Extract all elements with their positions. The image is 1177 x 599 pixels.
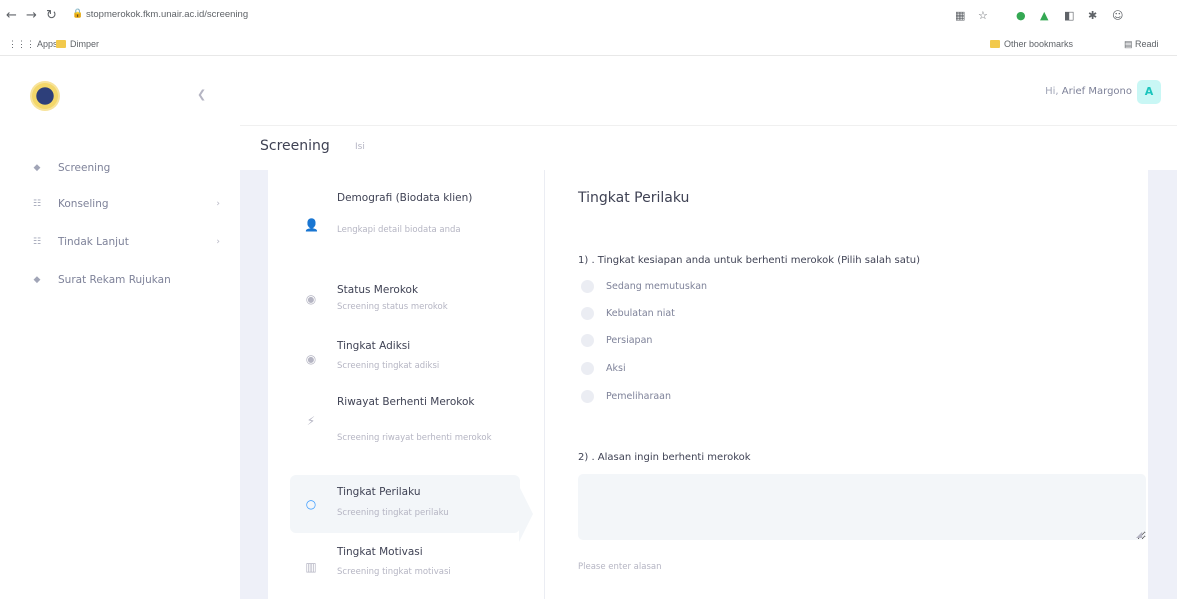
back-icon[interactable]: ←	[6, 8, 17, 23]
list-icon: ☷	[32, 237, 42, 247]
wizard-step-tingkat-perilaku[interactable]: ○ Tingkat Perilaku Screening tingkat per…	[290, 475, 520, 533]
sidebar-item-screening[interactable]: ◆ Screening	[30, 162, 220, 174]
bookmarks-bar: ⋮⋮⋮ Apps Dimper Other bookmarks ▤ Readi	[0, 34, 1177, 56]
extension-icon[interactable]: ●	[1016, 9, 1026, 22]
sidebar-item-label: Surat Rekam Rujukan	[58, 274, 171, 286]
dot-icon: ◆	[33, 163, 41, 173]
radio-option-persiapan[interactable]: Persiapan	[581, 334, 652, 347]
drive-icon[interactable]: ▲	[1040, 9, 1048, 22]
step-desc: Screening riwayat berhenti merokok	[337, 433, 492, 443]
collapse-icon[interactable]: ❮	[197, 88, 206, 101]
step-desc: Screening tingkat perilaku	[337, 508, 449, 518]
question-2-label: 2) . Alasan ingin berhenti merokok	[578, 452, 751, 463]
user-icon: 👤	[304, 218, 319, 232]
folder-icon	[56, 40, 66, 48]
step-title: Status Merokok	[337, 284, 419, 296]
wizard-step-tingkat-adiksi[interactable]: ◉ Tingkat Adiksi Screening tingkat adiks…	[290, 332, 520, 382]
resize-handle-icon[interactable]: ◢	[1136, 530, 1142, 539]
profile-icon[interactable]: ☺	[1112, 9, 1123, 22]
lock-icon: 🔒	[72, 9, 84, 19]
radio-option-aksi[interactable]: Aksi	[581, 362, 626, 375]
page-subtitle: Isi	[355, 142, 365, 152]
circle-icon: ◉	[305, 292, 317, 306]
sidebar-item-tindak-lanjut[interactable]: ☷ Tindak Lanjut ›	[30, 236, 220, 248]
extension-icon[interactable]: ◧	[1064, 9, 1074, 22]
step-desc: Lengkapi detail biodata anda	[337, 225, 461, 235]
radio-circle[interactable]	[581, 334, 594, 347]
chevron-right-icon: ›	[216, 237, 220, 247]
step-desc: Screening tingkat adiksi	[337, 361, 440, 371]
wizard-step-demografi[interactable]: 👤 Demografi (Biodata klien) Lengkapi det…	[290, 182, 520, 270]
chart-icon: ▥	[305, 560, 317, 574]
radio-circle[interactable]	[581, 307, 594, 320]
radio-circle[interactable]	[581, 362, 594, 375]
step-title: Tingkat Adiksi	[337, 340, 411, 352]
radio-option-kebulatan-niat[interactable]: Kebulatan niat	[581, 307, 675, 320]
forward-icon[interactable]: →	[26, 8, 37, 23]
step-title: Tingkat Perilaku	[337, 486, 421, 498]
other-bookmarks[interactable]: Other bookmarks	[990, 39, 1073, 49]
step-title: Demografi (Biodata klien)	[337, 192, 473, 204]
radio-circle[interactable]	[581, 280, 594, 293]
step-desc: Screening status merokok	[337, 302, 448, 312]
step-title: Tingkat Motivasi	[337, 546, 423, 558]
sidebar-item-label: Konseling	[58, 198, 109, 210]
apps-bookmark[interactable]: ⋮⋮⋮ Apps	[8, 39, 58, 50]
subheader: Screening Isi	[240, 126, 1177, 170]
puzzle-icon[interactable]: ✱	[1088, 9, 1097, 22]
form-title: Tingkat Perilaku	[578, 190, 690, 206]
topbar: Hi, Arief Margono A	[240, 56, 1177, 126]
dot-icon: ◆	[33, 275, 41, 285]
page-title: Screening	[260, 138, 330, 154]
folder-bookmark[interactable]: Dimper	[56, 39, 99, 49]
step-desc: Screening tingkat motivasi	[337, 567, 451, 577]
field-hint: Please enter alasan	[578, 562, 662, 572]
translate-icon[interactable]: ▦	[955, 9, 965, 22]
radio-circle[interactable]	[581, 390, 594, 403]
radio-option-sedang-memutuskan[interactable]: Sedang memutuskan	[581, 280, 707, 293]
sidebar-item-surat-rujukan[interactable]: ◆ Surat Rekam Rujukan	[30, 274, 220, 286]
step-title: Riwayat Berhenti Merokok	[337, 396, 475, 408]
active-step-pointer	[519, 486, 533, 542]
chevron-right-icon: ›	[216, 199, 220, 209]
wizard-step-tingkat-motivasi[interactable]: ▥ Tingkat Motivasi Screening tingkat mot…	[290, 538, 520, 590]
reload-icon[interactable]: ↻	[46, 8, 57, 23]
question-1-label: 1) . Tingkat kesiapan anda untuk berhent…	[578, 255, 921, 266]
user-greeting[interactable]: Hi, Arief Margono	[1045, 86, 1132, 97]
folder-icon	[990, 40, 1000, 48]
sidebar-item-label: Screening	[58, 162, 111, 174]
alasan-textarea[interactable]	[578, 474, 1146, 540]
wizard-step-riwayat-berhenti[interactable]: ⚡ Riwayat Berhenti Merokok Screening riw…	[290, 390, 520, 466]
address-bar[interactable]: stopmerokok.fkm.unair.ac.id/screening	[86, 9, 248, 20]
flash-icon: ⚡	[306, 414, 316, 428]
wizard-step-status-merokok[interactable]: ◉ Status Merokok Screening status meroko…	[290, 276, 520, 326]
radio-option-pemeliharaan[interactable]: Pemeliharaan	[581, 390, 671, 403]
star-icon[interactable]: ☆	[978, 9, 988, 22]
circle-icon: ◉	[305, 352, 317, 366]
logo	[30, 81, 60, 111]
list-icon: ☷	[32, 199, 42, 209]
browser-toolbar: ← → ↻ 🔒 stopmerokok.fkm.unair.ac.id/scre…	[0, 0, 1177, 34]
avatar[interactable]: A	[1137, 80, 1161, 104]
circle-icon: ○	[305, 497, 317, 511]
reading-list[interactable]: ▤ Readi	[1124, 39, 1159, 50]
sidebar-item-label: Tindak Lanjut	[58, 236, 129, 248]
sidebar	[0, 56, 240, 599]
sidebar-item-konseling[interactable]: ☷ Konseling ›	[30, 198, 220, 210]
